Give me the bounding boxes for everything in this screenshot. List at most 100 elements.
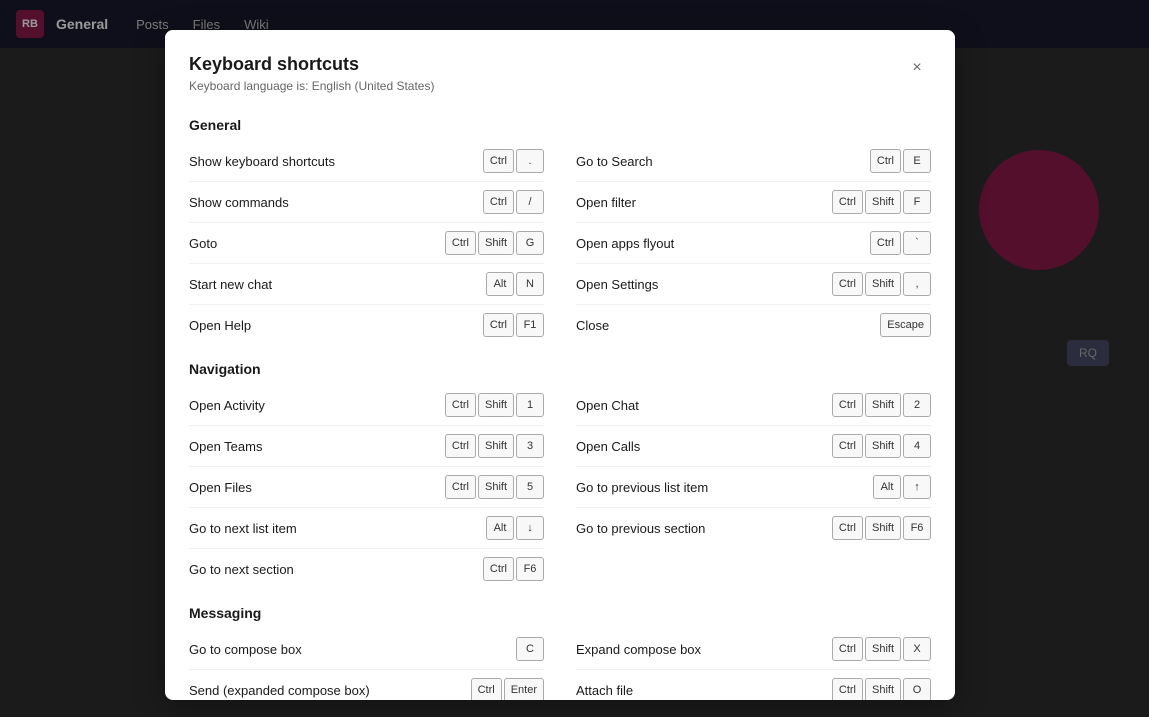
navigation-left-col: Open Activity Ctrl Shift 1 Open Teams Ct… [189,385,544,589]
shortcut-open-activity: Open Activity Ctrl Shift 1 [189,385,544,426]
key-ctrl: Ctrl [483,557,514,581]
general-right-col: Go to Search Ctrl E Open filter Ctrl Shi… [576,141,931,345]
shortcut-open-chat: Open Chat Ctrl Shift 2 [576,385,931,426]
shortcut-label: Go to Search [576,154,870,169]
shortcut-keys: Alt ↓ [486,516,544,540]
key-f1: F1 [516,313,544,337]
key-4: 4 [903,434,931,458]
shortcut-show-commands: Show commands Ctrl / [189,182,544,223]
key-ctrl: Ctrl [870,231,901,255]
key-shift: Shift [478,434,514,458]
shortcut-label: Open Activity [189,398,445,413]
shortcut-keys: Ctrl F1 [483,313,544,337]
key-shift: Shift [865,190,901,214]
key-ctrl: Ctrl [832,637,863,661]
key-ctrl: Ctrl [832,434,863,458]
shortcut-go-to-next-section: Go to next section Ctrl F6 [189,549,544,589]
shortcut-label: Open Calls [576,439,832,454]
key-ctrl: Ctrl [870,149,901,173]
shortcut-open-help: Open Help Ctrl F1 [189,305,544,345]
shortcut-start-new-chat: Start new chat Alt N [189,264,544,305]
shortcut-keys: Ctrl ` [870,231,931,255]
key-backtick: ` [903,231,931,255]
shortcut-label: Open apps flyout [576,236,870,251]
key-shift: Shift [865,434,901,458]
shortcut-go-to-previous-list-item: Go to previous list item Alt ↑ [576,467,931,508]
shortcut-label: Open Files [189,480,445,495]
shortcut-label: Send (expanded compose box) [189,683,471,698]
key-ctrl: Ctrl [445,231,476,255]
key-ctrl: Ctrl [832,272,863,296]
shortcut-label: Show commands [189,195,483,210]
key-alt: Alt [486,272,514,296]
key-comma: , [903,272,931,296]
key-enter: Enter [504,678,544,700]
key-down: ↓ [516,516,544,540]
shortcut-open-calls: Open Calls Ctrl Shift 4 [576,426,931,467]
key-ctrl: Ctrl [483,190,514,214]
key-shift: Shift [865,516,901,540]
shortcut-keys: Ctrl Shift 1 [445,393,544,417]
section-general-grid: Show keyboard shortcuts Ctrl . Show comm… [189,141,931,345]
key-ctrl: Ctrl [483,313,514,337]
shortcut-keys: Ctrl / [483,190,544,214]
key-3: 3 [516,434,544,458]
modal-subtitle: Keyboard language is: English (United St… [189,79,434,93]
shortcut-label: Go to next section [189,562,483,577]
key-2: 2 [903,393,931,417]
section-title-messaging: Messaging [189,605,931,621]
shortcut-label: Go to next list item [189,521,486,536]
keyboard-shortcuts-modal: Keyboard shortcuts Keyboard language is:… [165,30,955,700]
key-ctrl: Ctrl [832,678,863,700]
key-shift: Shift [478,231,514,255]
shortcut-keys: Ctrl Shift , [832,272,931,296]
shortcut-expand-compose-box: Expand compose box Ctrl Shift X [576,629,931,670]
general-left-col: Show keyboard shortcuts Ctrl . Show comm… [189,141,544,345]
shortcut-keys: Ctrl Enter [471,678,544,700]
shortcut-label: Goto [189,236,445,251]
shortcut-keys: C [516,637,544,661]
shortcut-keys: Ctrl Shift X [832,637,931,661]
key-n: N [516,272,544,296]
modal-title: Keyboard shortcuts [189,54,434,75]
shortcut-go-to-next-list-item: Go to next list item Alt ↓ [189,508,544,549]
key-f: F [903,190,931,214]
key-ctrl: Ctrl [471,678,502,700]
key-shift: Shift [865,272,901,296]
shortcut-close: Close Escape [576,305,931,345]
shortcut-label: Go to previous section [576,521,832,536]
shortcut-label: Attach file [576,683,832,698]
key-g: G [516,231,544,255]
shortcut-attach-file: Attach file Ctrl Shift O [576,670,931,700]
shortcut-go-to-previous-section: Go to previous section Ctrl Shift F6 [576,508,931,548]
key-f6: F6 [903,516,931,540]
shortcut-label: Open Teams [189,439,445,454]
key-ctrl: Ctrl [445,475,476,499]
key-ctrl: Ctrl [832,190,863,214]
modal-body: General Show keyboard shortcuts Ctrl . S… [165,117,955,700]
key-c: C [516,637,544,661]
key-slash: / [516,190,544,214]
shortcut-label: Close [576,318,880,333]
key-shift: Shift [865,393,901,417]
shortcut-keys: Alt N [486,272,544,296]
key-dot: . [516,149,544,173]
shortcut-label: Go to compose box [189,642,516,657]
shortcut-label: Show keyboard shortcuts [189,154,483,169]
key-o: O [903,678,931,700]
navigation-right-col: Open Chat Ctrl Shift 2 Open Calls Ctrl S… [576,385,931,589]
key-1: 1 [516,393,544,417]
shortcut-open-teams: Open Teams Ctrl Shift 3 [189,426,544,467]
key-x: X [903,637,931,661]
shortcut-go-to-search: Go to Search Ctrl E [576,141,931,182]
key-5: 5 [516,475,544,499]
modal-close-button[interactable]: × [903,54,931,82]
messaging-left-col: Go to compose box C Send (expanded compo… [189,629,544,700]
shortcut-open-apps-flyout: Open apps flyout Ctrl ` [576,223,931,264]
shortcut-show-keyboard-shortcuts: Show keyboard shortcuts Ctrl . [189,141,544,182]
shortcut-keys: Escape [880,313,931,337]
section-title-general: General [189,117,931,133]
messaging-right-col: Expand compose box Ctrl Shift X Attach f… [576,629,931,700]
modal-title-area: Keyboard shortcuts Keyboard language is:… [189,54,434,93]
shortcut-keys: Ctrl Shift 2 [832,393,931,417]
